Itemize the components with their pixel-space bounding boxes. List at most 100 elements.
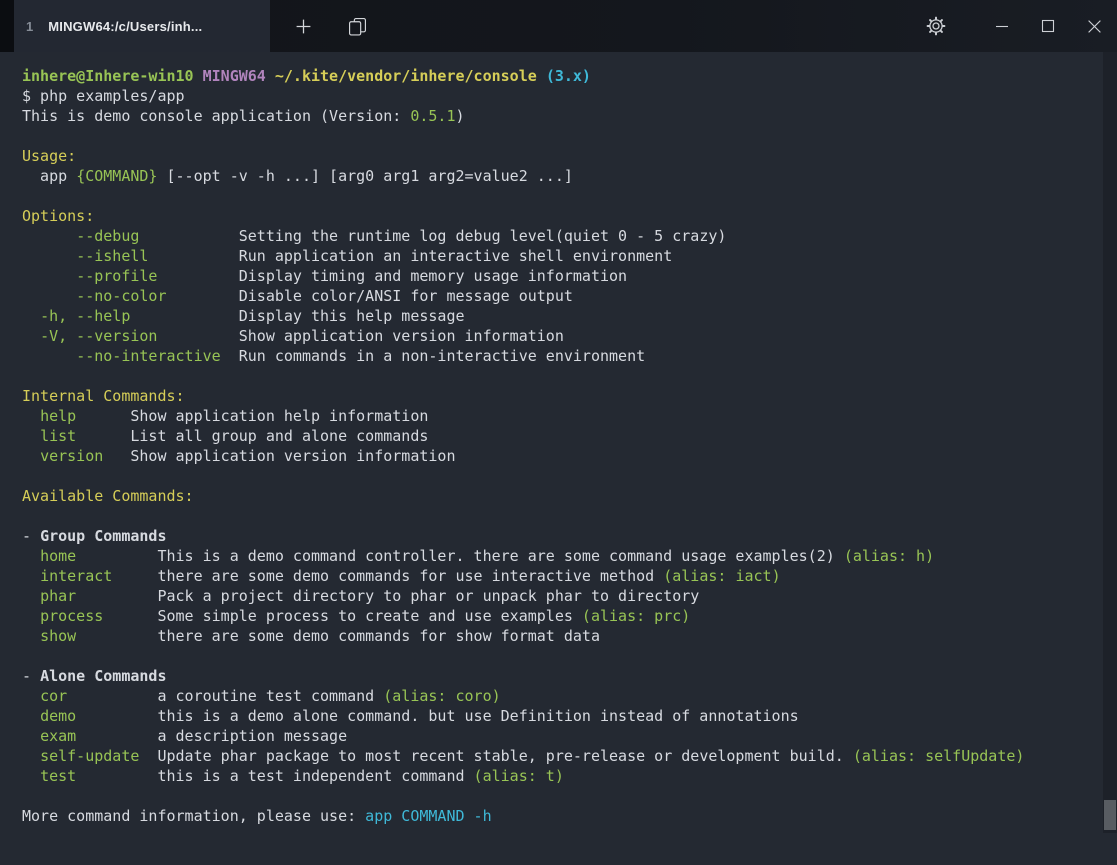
terminal-line: version Show application version informa… — [22, 446, 1117, 466]
text-segment: a description message — [76, 727, 347, 745]
terminal-line — [22, 646, 1117, 666]
text-segment — [22, 247, 76, 265]
titlebar: 1 MINGW64:/c/Users/inh... — [0, 0, 1117, 52]
terminal-line: home This is a demo command controller. … — [22, 546, 1117, 566]
terminal-line: -h, --help Display this help message — [22, 306, 1117, 326]
text-segment: show — [40, 627, 76, 645]
text-segment: Display this help message — [130, 307, 464, 325]
text-segment: Internal Commands: — [22, 387, 185, 405]
tab-switcher-button[interactable] — [334, 0, 380, 52]
terminal-line: process Some simple process to create an… — [22, 606, 1117, 626]
text-segment: MINGW64 — [203, 67, 266, 85]
text-segment: (alias: t) — [474, 767, 564, 785]
text-segment: interact — [40, 567, 112, 585]
text-segment: phar — [40, 587, 76, 605]
terminal-line — [22, 126, 1117, 146]
terminal-line: Available Commands: — [22, 486, 1117, 506]
tab-index: 1 — [26, 19, 33, 34]
minimize-button[interactable] — [979, 0, 1025, 52]
text-segment: --no-interactive — [76, 347, 221, 365]
text-segment: -V, --version — [40, 327, 157, 345]
settings-button[interactable] — [913, 0, 959, 52]
text-segment: Disable color/ANSI for message output — [167, 287, 573, 305]
close-icon — [1087, 19, 1102, 34]
text-segment: test — [40, 767, 76, 785]
text-segment: List all group and alone commands — [76, 427, 428, 445]
text-segment: Show application help information — [76, 407, 428, 425]
scrollbar-thumb[interactable] — [1104, 800, 1116, 830]
titlebar-drag-area[interactable] — [380, 0, 913, 52]
terminal-line: app {COMMAND} [--opt -v -h ...] [arg0 ar… — [22, 166, 1117, 186]
terminal-line: phar Pack a project directory to phar or… — [22, 586, 1117, 606]
scrollbar-track[interactable] — [1103, 52, 1117, 833]
terminal-line: self-update Update phar package to most … — [22, 746, 1117, 766]
text-segment — [22, 227, 76, 245]
terminal-line: -V, --version Show application version i… — [22, 326, 1117, 346]
text-segment: Run commands in a non-interactive enviro… — [221, 347, 645, 365]
terminal-line: Usage: — [22, 146, 1117, 166]
terminal-line: $ php examples/app — [22, 86, 1117, 106]
tab-mingw64[interactable]: 1 MINGW64:/c/Users/inh... — [14, 0, 270, 52]
terminal-line: - Group Commands — [22, 526, 1117, 546]
plus-icon — [295, 18, 312, 35]
text-segment: version — [40, 447, 103, 465]
tab-title: MINGW64:/c/Users/inh... — [48, 19, 202, 34]
text-segment: process — [40, 607, 103, 625]
text-segment: --ishell — [76, 247, 148, 265]
text-segment: (alias: iact) — [663, 567, 780, 585]
text-segment: exam — [40, 727, 76, 745]
text-segment — [266, 67, 275, 85]
text-segment: app COMMAND -h — [365, 807, 491, 825]
text-segment — [22, 727, 40, 745]
text-segment — [22, 267, 76, 285]
text-segment — [22, 687, 40, 705]
terminal-lines: inhere@Inhere-win10 MINGW64 ~/.kite/vend… — [22, 66, 1117, 826]
text-segment — [22, 327, 40, 345]
maximize-button[interactable] — [1025, 0, 1071, 52]
terminal-line: This is demo console application (Versio… — [22, 106, 1117, 126]
terminal-line: list List all group and alone commands — [22, 426, 1117, 446]
text-segment: (alias: prc) — [582, 607, 690, 625]
new-tab-button[interactable] — [280, 0, 326, 52]
text-segment — [22, 767, 40, 785]
text-segment: app — [22, 167, 76, 185]
text-segment: there are some demo commands for show fo… — [76, 627, 600, 645]
text-segment — [22, 567, 40, 585]
text-segment: --no-color — [76, 287, 166, 305]
text-segment — [22, 427, 40, 445]
text-segment: self-update — [40, 747, 139, 765]
text-segment: --debug — [76, 227, 139, 245]
terminal-line — [22, 366, 1117, 386]
terminal-output[interactable]: inhere@Inhere-win10 MINGW64 ~/.kite/vend… — [0, 52, 1117, 865]
terminal-line: inhere@Inhere-win10 MINGW64 ~/.kite/vend… — [22, 66, 1117, 86]
text-segment — [22, 347, 76, 365]
terminal-line: More command information, please use: ap… — [22, 806, 1117, 826]
text-segment: --profile — [76, 267, 157, 285]
close-button[interactable] — [1071, 0, 1117, 52]
text-segment: Some simple process to create and use ex… — [103, 607, 582, 625]
text-segment — [22, 407, 40, 425]
text-segment — [22, 627, 40, 645]
terminal-line: test this is a test independent command … — [22, 766, 1117, 786]
text-segment: {COMMAND} — [76, 167, 157, 185]
text-segment: (alias: selfUpdate) — [853, 747, 1025, 765]
text-segment: inhere@Inhere-win10 — [22, 67, 194, 85]
text-segment: Group Commands — [40, 527, 166, 545]
text-segment — [22, 747, 40, 765]
text-segment: demo — [40, 707, 76, 725]
text-segment: home — [40, 547, 76, 565]
terminal-line: show there are some demo commands for sh… — [22, 626, 1117, 646]
text-segment: Update phar package to most recent stabl… — [139, 747, 852, 765]
text-segment: Alone Commands — [40, 667, 166, 685]
terminal-line: --ishell Run application an interactive … — [22, 246, 1117, 266]
terminal-line: cor a coroutine test command (alias: cor… — [22, 686, 1117, 706]
terminal-line: interact there are some demo commands fo… — [22, 566, 1117, 586]
maximize-icon — [1041, 19, 1055, 33]
text-segment: Display timing and memory usage informat… — [157, 267, 627, 285]
text-segment: This is a demo command controller. there… — [76, 547, 844, 565]
text-segment — [194, 67, 203, 85]
text-segment: Show application version information — [103, 447, 455, 465]
terminal-line — [22, 186, 1117, 206]
text-segment: This is demo console application (Versio… — [22, 107, 410, 125]
text-segment: Options: — [22, 207, 94, 225]
